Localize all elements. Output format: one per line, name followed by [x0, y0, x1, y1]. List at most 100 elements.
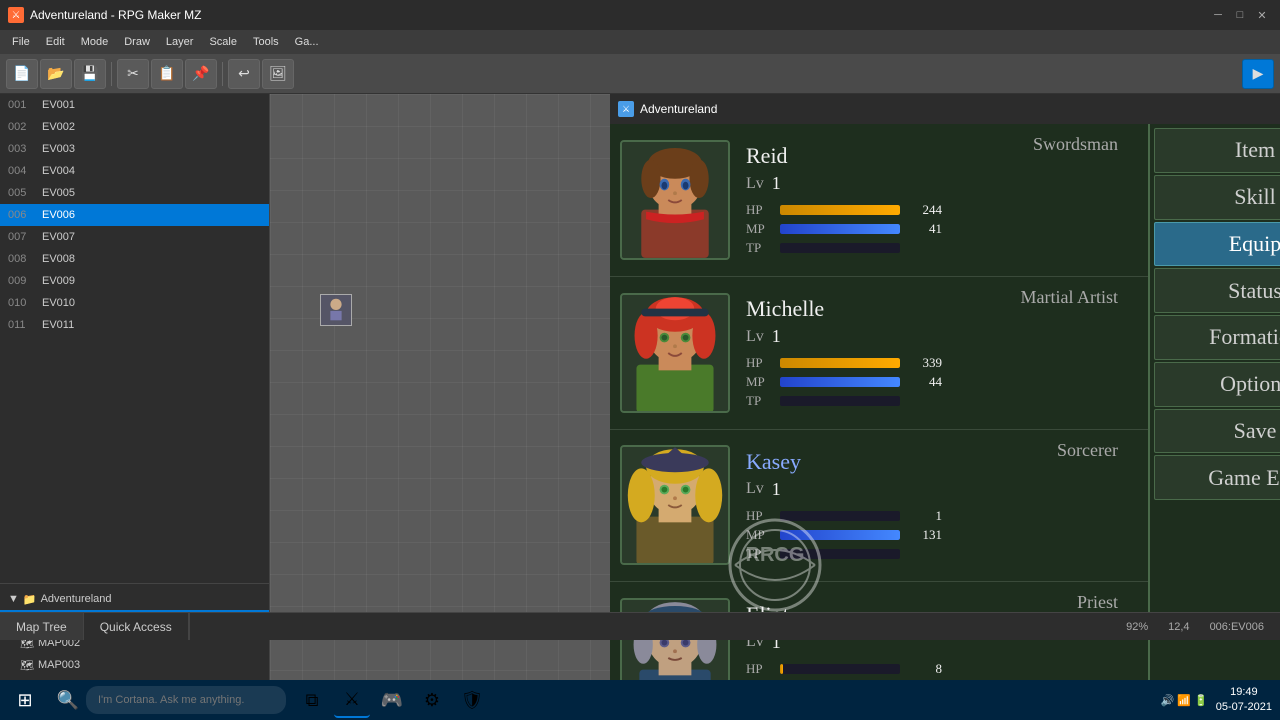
- hp-value-reid: 244: [906, 202, 942, 218]
- item-num-001: 001: [8, 99, 36, 111]
- stats-michelle: HP 339 MP: [746, 355, 958, 409]
- hp-value-kasey: 1: [906, 508, 942, 524]
- hp-row-michelle: HP 339: [746, 355, 958, 371]
- menu-layer[interactable]: Layer: [158, 30, 202, 54]
- mp-value-kasey: 131: [906, 527, 942, 543]
- menu-draw[interactable]: Draw: [116, 30, 158, 54]
- taskbar-item-4[interactable]: ⚙: [414, 682, 450, 718]
- item-num-010: 010: [8, 297, 36, 309]
- app-title: Adventureland - RPG Maker MZ: [30, 8, 201, 22]
- hp-bar-container-eliot: [780, 664, 900, 674]
- item-num-011: 011: [8, 319, 36, 331]
- menu-item-button[interactable]: Item: [1154, 128, 1280, 173]
- item-num-007: 007: [8, 231, 36, 243]
- char-name-reid: Reid: [746, 143, 958, 169]
- stats-reid: HP 244 MP: [746, 202, 958, 256]
- mp-row-reid: MP 41: [746, 221, 958, 237]
- canvas-area[interactable]: ⚔ Adventureland ─ □ ✕ ↩: [270, 94, 1280, 680]
- party-member-reid: Reid Lv 1 HP: [610, 124, 1148, 277]
- tab-quick-access[interactable]: Quick Access: [84, 613, 189, 640]
- hp-bar-reid: [780, 205, 900, 215]
- item-name-006: EV006: [42, 209, 75, 221]
- hp-bar-eliot: [780, 664, 783, 674]
- taskbar-right: 🔊 📶 🔋 19:49 05-07-2021: [1161, 685, 1280, 716]
- tree-folder-icon: 📁: [23, 593, 37, 606]
- sidebar-item-ev005[interactable]: 005 EV005: [0, 182, 269, 204]
- party-member-michelle: Michelle Lv 1 HP: [610, 277, 1148, 430]
- close-button[interactable]: ✕: [1252, 5, 1272, 25]
- undo-button[interactable]: ↩: [228, 59, 260, 89]
- sidebar-item-ev003[interactable]: 003 EV003: [0, 138, 269, 160]
- taskbar-clock: 19:49 05-07-2021: [1216, 685, 1272, 716]
- start-button[interactable]: ⊞: [0, 680, 50, 720]
- menu-skill-button[interactable]: Skill: [1154, 175, 1280, 220]
- menu-game[interactable]: Ga...: [287, 30, 327, 54]
- tp-bar-container-reid: [780, 243, 900, 253]
- mp-value-michelle: 44: [906, 374, 942, 390]
- maximize-button[interactable]: □: [1230, 5, 1250, 25]
- redo-button[interactable]: 🖼: [262, 59, 294, 89]
- menu-equip-button[interactable]: Equip: [1154, 222, 1280, 267]
- taskbar-item-3[interactable]: 🎮: [374, 682, 410, 718]
- taskbar-task-view[interactable]: ⧉: [294, 682, 330, 718]
- sidebar-item-ev009[interactable]: 009 EV009: [0, 270, 269, 292]
- menu-scale[interactable]: Scale: [201, 30, 245, 54]
- mp-bar-kasey: [780, 530, 900, 540]
- party-member-kasey: Kasey Lv 1 HP: [610, 430, 1148, 583]
- menu-options-button[interactable]: Options: [1154, 362, 1280, 407]
- menu-mode[interactable]: Mode: [73, 30, 117, 54]
- hp-bar-michelle: [780, 358, 900, 368]
- tp-label-reid: TP: [746, 240, 774, 256]
- char-class-kasey: Sorcerer: [958, 440, 1118, 461]
- menu-status-button[interactable]: Status: [1154, 268, 1280, 313]
- title-bar-controls: ─ □ ✕: [1208, 5, 1272, 25]
- sidebar-item-ev004[interactable]: 004 EV004: [0, 160, 269, 182]
- sidebar-item-ev002[interactable]: 002 EV002: [0, 116, 269, 138]
- tab-map-tree[interactable]: Map Tree: [0, 613, 84, 640]
- sidebar-item-ev006[interactable]: 006 EV006: [0, 204, 269, 226]
- item-name-011: EV011: [42, 319, 74, 331]
- tree-root[interactable]: ▼ 📁 Adventureland: [0, 588, 269, 610]
- clock-date: 05-07-2021: [1216, 700, 1272, 715]
- menu-formation-button[interactable]: Formation: [1154, 315, 1280, 360]
- main-content: 001 EV001 002 EV002 003 EV003 004 EV004: [0, 94, 1280, 680]
- char-thumbnail: [320, 294, 352, 326]
- toolbar-sep-2: [222, 62, 223, 86]
- play-preview-button[interactable]: ▶: [1242, 59, 1274, 89]
- cortana-search[interactable]: [86, 686, 286, 714]
- minimize-button[interactable]: ─: [1208, 5, 1228, 25]
- tree-map003[interactable]: 🗺 MAP003: [0, 654, 269, 676]
- game-content: ↩: [610, 124, 1280, 680]
- sidebar-item-ev008[interactable]: 008 EV008: [0, 248, 269, 270]
- portrait-michelle: [620, 293, 730, 413]
- sidebar-item-ev007[interactable]: 007 EV007: [0, 226, 269, 248]
- hp-bar-container-michelle: [780, 358, 900, 368]
- cut-button[interactable]: ✂: [117, 59, 149, 89]
- taskbar-rpgmaker[interactable]: ⚔: [334, 682, 370, 718]
- tp-row-michelle: TP: [746, 393, 958, 409]
- copy-button[interactable]: 📋: [151, 59, 183, 89]
- menu-edit[interactable]: Edit: [38, 30, 73, 54]
- sidebar-item-ev001[interactable]: 001 EV001: [0, 94, 269, 116]
- taskbar-item-5[interactable]: 🛡: [454, 682, 490, 718]
- open-button[interactable]: 📂: [40, 59, 72, 89]
- toolbar-sep-1: [111, 62, 112, 86]
- menu-file[interactable]: File: [4, 30, 38, 54]
- menu-save-button[interactable]: Save: [1154, 409, 1280, 454]
- lv-label-kasey: Lv: [746, 480, 764, 498]
- menu-gameend-button[interactable]: Game End: [1154, 455, 1280, 500]
- menu-tools[interactable]: Tools: [245, 30, 287, 54]
- hp-row-reid: HP 244: [746, 202, 958, 218]
- save-toolbar-button[interactable]: 💾: [74, 59, 106, 89]
- char-class-reid: Swordsman: [958, 134, 1118, 155]
- mp-bar-container-kasey: [780, 530, 900, 540]
- paste-button[interactable]: 📌: [185, 59, 217, 89]
- game-title-bar: ⚔ Adventureland ─ □ ✕: [610, 94, 1280, 124]
- sidebar-item-ev010[interactable]: 010 EV010: [0, 292, 269, 314]
- sidebar-item-ev011[interactable]: 011 EV011: [0, 314, 269, 336]
- new-button[interactable]: 📄: [6, 59, 38, 89]
- tree-root-icon: ▼: [8, 593, 19, 605]
- item-num-003: 003: [8, 143, 36, 155]
- portrait-reid: [620, 140, 730, 260]
- item-name-001: EV001: [42, 99, 75, 111]
